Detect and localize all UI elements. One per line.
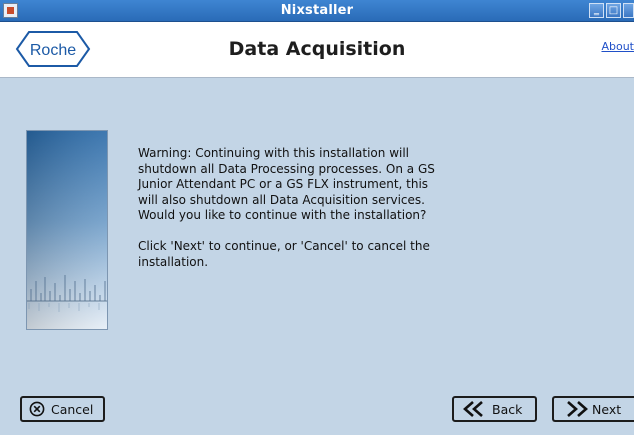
next-label: Next xyxy=(592,402,622,417)
sequencing-graphic xyxy=(26,130,108,330)
header: Roche Data Acquisition About xyxy=(0,22,634,78)
warning-text: Warning: Continuing with this installati… xyxy=(138,146,435,223)
back-button[interactable]: Back xyxy=(452,396,537,422)
minimize-button[interactable]: ‗ xyxy=(589,3,604,18)
maximize-button[interactable]: □ xyxy=(606,3,621,18)
double-chevron-right-icon xyxy=(567,401,588,417)
window-title: Nixstaller xyxy=(280,3,354,18)
warning-message: Warning: Continuing with this installati… xyxy=(138,146,438,285)
circle-x-icon xyxy=(29,401,45,417)
next-button[interactable]: Next xyxy=(552,396,634,422)
page-title: Data Acquisition xyxy=(228,38,406,60)
cancel-button[interactable]: Cancel xyxy=(20,396,105,422)
back-label: Back xyxy=(492,402,523,417)
main-content: Warning: Continuing with this installati… xyxy=(0,78,634,435)
instruction-text: Click 'Next' to continue, or 'Cancel' to… xyxy=(138,238,430,269)
double-chevron-left-icon xyxy=(463,401,483,417)
window-titlebar[interactable]: Nixstaller ‗ □ xyxy=(0,0,634,22)
cancel-label: Cancel xyxy=(51,402,94,417)
close-button[interactable] xyxy=(623,3,634,18)
about-link[interactable]: About xyxy=(601,40,634,53)
